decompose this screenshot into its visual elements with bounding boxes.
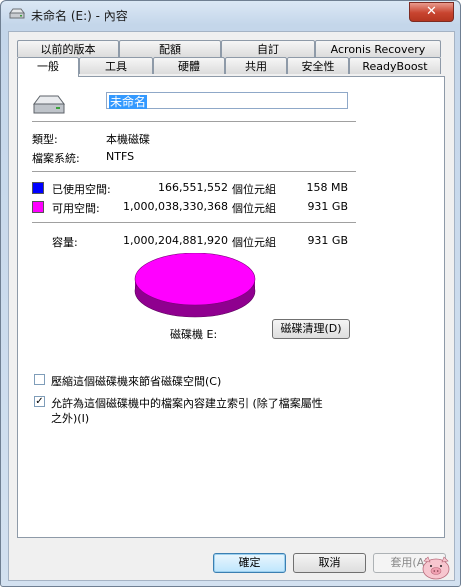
tab-security[interactable]: 安全性: [287, 57, 349, 74]
checkmark-icon: ✓: [35, 396, 44, 407]
separator: [32, 121, 356, 122]
tab-label: Acronis Recovery: [330, 43, 426, 56]
disk-cleanup-button[interactable]: 磁碟清理(D): [272, 319, 350, 339]
tab-label: 以前的版本: [40, 43, 96, 56]
tab-tools[interactable]: 工具: [79, 57, 153, 74]
volume-name-text: 未命名: [109, 95, 148, 109]
tab-label: 共用: [245, 60, 267, 73]
tab-label: 硬體: [178, 60, 200, 73]
dialog-client: 以前的版本 配額 自訂 Acronis Recovery 一般 工具 硬體 共用…: [8, 31, 455, 581]
tab-label: 配額: [159, 43, 181, 56]
tab-quota[interactable]: 配額: [119, 40, 221, 57]
index-checkbox[interactable]: ✓: [34, 396, 45, 407]
used-space-bytes: 166,551,552: [158, 181, 228, 194]
pie-free-slice: [134, 253, 256, 306]
free-space-size: 931 GB: [307, 200, 348, 213]
capacity-label: 容量:: [52, 236, 78, 249]
tab-readyboost[interactable]: ReadyBoost: [349, 57, 441, 74]
tab-label: ReadyBoost: [362, 60, 428, 73]
disk-cleanup-label: 磁碟清理(D): [280, 322, 342, 335]
pig-watermark-icon: [422, 556, 450, 580]
compress-checkbox[interactable]: [34, 374, 45, 385]
tab-hardware[interactable]: 硬體: [153, 57, 225, 74]
drive-icon: [9, 8, 25, 19]
tab-general[interactable]: 一般: [17, 57, 79, 77]
cancel-button[interactable]: 取消: [293, 553, 366, 573]
cancel-label: 取消: [318, 556, 341, 569]
tab-sharing[interactable]: 共用: [225, 57, 287, 74]
hard-drive-icon: [33, 95, 65, 114]
index-label-line1: 允許為這個磁碟機中的檔案內容建立索引 (除了檔案屬性: [51, 397, 323, 410]
drive-label: 磁碟機 E:: [170, 328, 218, 341]
tab-label: 工具: [105, 60, 127, 73]
tab-label: 一般: [37, 60, 59, 73]
free-space-label: 可用空間:: [52, 202, 100, 215]
general-panel: 未命名 類型: 本機磁碟 檔案系統: NTFS 已使用空間: 166,551,5…: [17, 76, 445, 538]
separator: [32, 222, 356, 223]
tab-label: 安全性: [301, 60, 335, 73]
used-space-swatch: [32, 182, 44, 194]
volume-name-input[interactable]: 未命名: [106, 92, 348, 109]
type-value: 本機磁碟: [106, 133, 150, 146]
close-icon: ✕: [426, 4, 437, 19]
title-bar: 未命名 (E:) - 內容 ✕: [1, 1, 460, 29]
file-system-label: 檔案系統:: [32, 152, 80, 165]
tab-acronis-recovery[interactable]: Acronis Recovery: [315, 40, 441, 57]
close-button[interactable]: ✕: [409, 2, 454, 22]
used-space-label: 已使用空間:: [52, 183, 111, 196]
tab-customize[interactable]: 自訂: [221, 40, 315, 57]
used-space-unit: 個位元組: [232, 183, 276, 196]
disk-usage-pie: [134, 253, 256, 318]
ok-label: 確定: [238, 556, 261, 569]
separator: [32, 171, 356, 172]
file-system-value: NTFS: [106, 150, 135, 163]
capacity-unit: 個位元組: [232, 236, 276, 249]
free-space-bytes: 1,000,038,330,368: [123, 200, 228, 213]
compress-label: 壓縮這個磁碟機來節省磁碟空間(C): [51, 375, 222, 388]
tab-previous-versions[interactable]: 以前的版本: [17, 40, 119, 57]
index-label-line2: 之外)(I): [51, 412, 90, 425]
window-title: 未命名 (E:) - 內容: [31, 9, 128, 23]
ok-button[interactable]: 確定: [213, 553, 286, 573]
free-space-unit: 個位元組: [232, 202, 276, 215]
capacity-bytes: 1,000,204,881,920: [123, 234, 228, 247]
free-space-swatch: [32, 201, 44, 213]
tab-label: 自訂: [257, 43, 279, 56]
type-label: 類型:: [32, 133, 58, 146]
used-space-size: 158 MB: [306, 181, 348, 194]
properties-window: 未命名 (E:) - 內容 ✕ 以前的版本 配額 自訂 Acronis Reco…: [0, 0, 461, 587]
capacity-size: 931 GB: [307, 234, 348, 247]
